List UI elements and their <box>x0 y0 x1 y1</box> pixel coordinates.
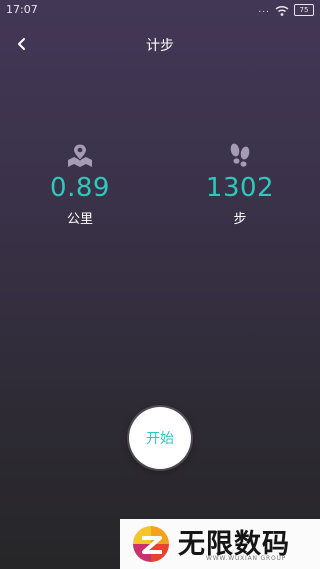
map-pin-icon <box>68 143 92 167</box>
start-button[interactable]: 开始 <box>129 407 191 469</box>
steps-unit: 步 <box>233 212 247 227</box>
distance-value: 0.89 <box>50 173 110 203</box>
status-time: 17:07 <box>6 3 38 16</box>
wifi-icon <box>275 5 289 16</box>
status-icons: ... 75 <box>258 3 314 17</box>
app-bar: 计步 <box>0 30 320 58</box>
footprints-icon <box>230 143 250 167</box>
steps-stat: 1302 步 <box>185 142 295 227</box>
watermark-banner: 无限数码 WWW.WUXIAN GROUP <box>120 519 320 569</box>
distance-stat: 0.89 公里 <box>25 142 135 227</box>
signal-dots-icon: ... <box>258 5 270 15</box>
battery-icon: 75 <box>294 4 314 16</box>
brand-logo-icon <box>133 526 169 562</box>
watermark-subtitle: WWW.WUXIAN GROUP <box>206 555 287 562</box>
steps-value: 1302 <box>205 173 275 203</box>
status-bar: 17:07 ... 75 <box>0 0 320 22</box>
page-title: 计步 <box>146 38 174 54</box>
distance-unit: 公里 <box>66 212 93 227</box>
